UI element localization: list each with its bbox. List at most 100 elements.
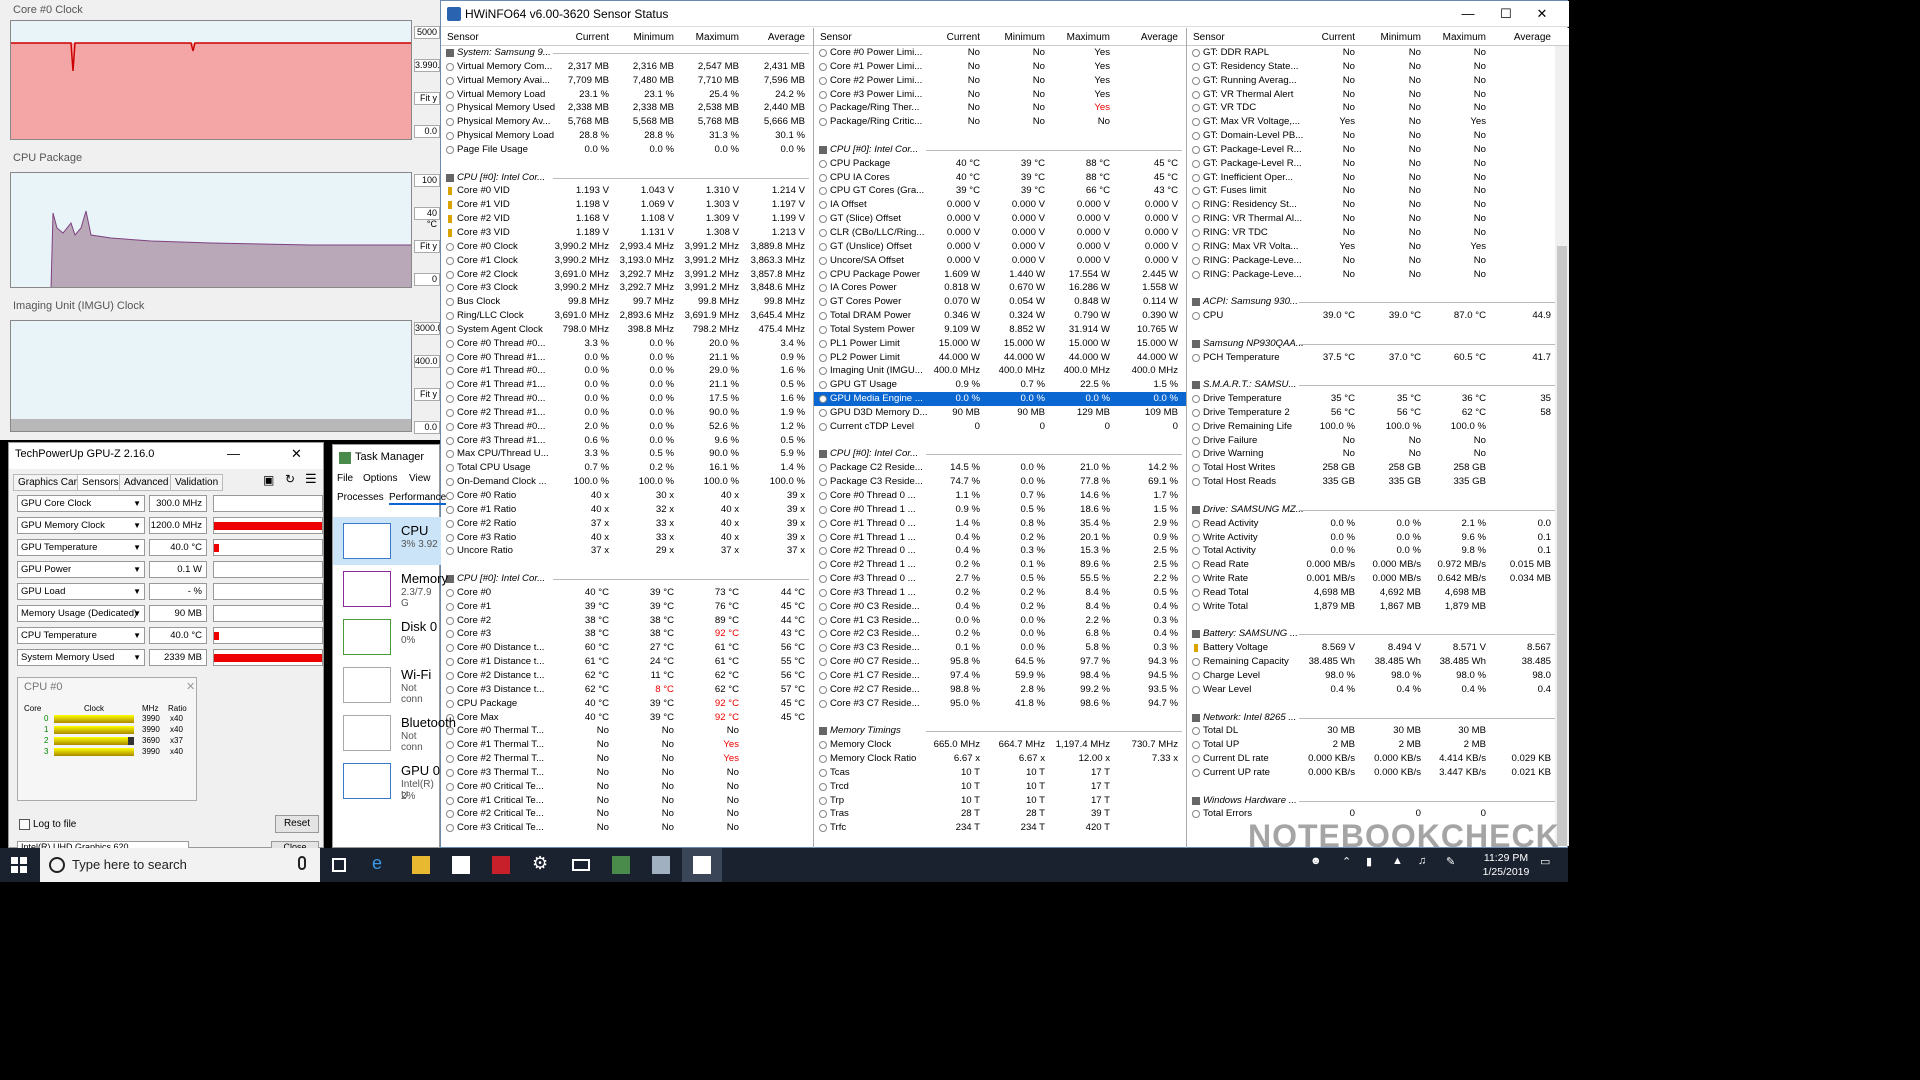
tab-sensors[interactable]: Sensors: [77, 474, 124, 491]
performance-item[interactable]: Disk 0 0%: [333, 613, 441, 661]
sensor-row[interactable]: Remaining Capacity 38.485 Wh 38.485 Wh 38.4…: [1187, 655, 1569, 669]
sensor-row[interactable]: Core #2 Thermal T... No No Yes: [441, 752, 813, 766]
sensor-row[interactable]: Core #1 39 °C 39 °C 76 °C 45 °C: [441, 600, 813, 614]
sensor-row[interactable]: RING: VR Thermal Al... No No No: [1187, 212, 1569, 226]
sensor-row[interactable]: Core #2 38 °C 38 °C 89 °C 44 °C: [441, 614, 813, 628]
sensor-row[interactable]: Write Total 1,879 MB 1,867 MB 1,879 MB: [1187, 600, 1569, 614]
sensor-row[interactable]: GT: Max VR Voltage,... Yes No Yes: [1187, 115, 1569, 129]
sensor-row[interactable]: Core #2 Power Limi... No No Yes: [814, 74, 1186, 88]
sensor-row[interactable]: Core #2 C3 Reside... 0.2 % 0.0 % 6.8 % 0.4 %: [814, 627, 1186, 641]
tab-performance[interactable]: Performance: [389, 492, 447, 505]
sensor-row[interactable]: GT: Package-Level R... No No No: [1187, 157, 1569, 171]
sensor-row[interactable]: Virtual Memory Avai... 7,709 MB 7,480 MB 7,…: [441, 74, 813, 88]
sensor-row[interactable]: PL1 Power Limit 15.000 W 15.000 W 15.000 W 1…: [814, 337, 1186, 351]
sensor-row[interactable]: RING: Package-Leve... No No No: [1187, 254, 1569, 268]
sensor-group-header[interactable]: S.M.A.R.T.: SAMSU...: [1187, 378, 1569, 392]
taskbar-clock[interactable]: 11:29 PM 1/25/2019: [1476, 851, 1536, 879]
sensor-row[interactable]: Core #3 C7 Reside... 95.0 % 41.8 % 98.6 % 94…: [814, 697, 1186, 711]
sensor-row[interactable]: Total System Power 9.109 W 8.852 W 31.914 W…: [814, 323, 1186, 337]
sensor-row[interactable]: Tcas 10 T 10 T 17 T: [814, 766, 1186, 780]
sensor-row[interactable]: GT: VR Thermal Alert No No No: [1187, 88, 1569, 102]
performance-item[interactable]: CPU 3% 3.92: [333, 517, 441, 565]
close-icon[interactable]: ✕: [1527, 5, 1557, 23]
sensor-row[interactable]: CPU Package Power 1.609 W 1.440 W 17.554 W 2…: [814, 268, 1186, 282]
sensor-select[interactable]: Memory Usage (Dedicated) ▼: [17, 605, 145, 622]
sensor-group-header[interactable]: Memory Timings: [814, 724, 1186, 738]
header-maximum[interactable]: Maximum: [1060, 32, 1110, 43]
sensor-row[interactable]: Trcd 10 T 10 T 17 T: [814, 780, 1186, 794]
sensor-row[interactable]: GT: Package-Level R... No No No: [1187, 143, 1569, 157]
sensor-row[interactable]: Core #0 Thread 1 ... 0.9 % 0.5 % 18.6 % 1.5 …: [814, 503, 1186, 517]
sensor-row[interactable]: Core #3 Thread #1... 0.6 % 0.0 % 9.6 % 0.5 %: [441, 434, 813, 448]
sensor-row[interactable]: Core #3 38 °C 38 °C 92 °C 43 °C: [441, 627, 813, 641]
sensor-row[interactable]: Charge Level 98.0 % 98.0 % 98.0 % 98.0: [1187, 669, 1569, 683]
header-average[interactable]: Average: [755, 32, 805, 43]
sensor-row[interactable]: GT: DDR RAPL No No No: [1187, 46, 1569, 60]
sensor-row[interactable]: IA Cores Power 0.818 W 0.670 W 16.286 W 1.55…: [814, 281, 1186, 295]
header-current[interactable]: Current: [1305, 32, 1355, 43]
sensor-group-header[interactable]: CPU [#0]: Intel Cor...: [441, 572, 813, 586]
menu-view[interactable]: View: [409, 473, 431, 484]
sensor-row[interactable]: Total DRAM Power 0.346 W 0.324 W 0.790 W 0.3…: [814, 309, 1186, 323]
sensor-row[interactable]: GPU D3D Memory D... 90 MB 90 MB 129 MB 109 M…: [814, 406, 1186, 420]
sensor-row[interactable]: Battery Voltage 8.569 V 8.494 V 8.571 V 8.56…: [1187, 641, 1569, 655]
sensor-row[interactable]: GT: Residency State... No No No: [1187, 60, 1569, 74]
tab-processes[interactable]: Processes: [337, 492, 384, 503]
sensor-row[interactable]: RING: Residency St... No No No: [1187, 198, 1569, 212]
battery-icon[interactable]: ▮: [1366, 855, 1384, 873]
sensor-row[interactable]: Core #3 Clock 3,990.2 MHz 3,292.7 MHz 3,991…: [441, 281, 813, 295]
sensor-row[interactable]: Core #3 VID 1.189 V 1.131 V 1.308 V 1.213 V: [441, 226, 813, 240]
header-sensor[interactable]: Sensor: [1193, 32, 1225, 43]
sensor-row[interactable]: GT: VR TDC No No No: [1187, 101, 1569, 115]
sensor-row[interactable]: Total CPU Usage 0.7 % 0.2 % 16.1 % 1.4 %: [441, 461, 813, 475]
menu-options[interactable]: Options: [363, 473, 397, 484]
sensor-row[interactable]: Core #1 Thermal T... No No Yes: [441, 738, 813, 752]
sensor-row[interactable]: Core #3 Thread 1 ... 0.2 % 0.2 % 8.4 % 0.5 %: [814, 586, 1186, 600]
people-icon[interactable]: ☻: [1310, 855, 1328, 873]
sensor-row[interactable]: Core Max 40 °C 39 °C 92 °C 45 °C: [441, 711, 813, 725]
header-maximum[interactable]: Maximum: [689, 32, 739, 43]
header-minimum[interactable]: Minimum: [624, 32, 674, 43]
sensor-row[interactable]: Core #2 C7 Reside... 98.8 % 2.8 % 99.2 % 93.…: [814, 683, 1186, 697]
sensor-row[interactable]: GPU Media Engine ... 0.0 % 0.0 % 0.0 % 0.0 %: [814, 392, 1186, 406]
scrollbar[interactable]: [1555, 46, 1569, 846]
sensor-row[interactable]: Core #1 VID 1.198 V 1.069 V 1.303 V 1.197 V: [441, 198, 813, 212]
reset-button[interactable]: Reset: [275, 815, 319, 833]
sensor-row[interactable]: Page File Usage 0.0 % 0.0 % 0.0 % 0.0 %: [441, 143, 813, 157]
fit-y-button[interactable]: Fit y: [414, 92, 440, 105]
camera-icon[interactable]: ▣: [263, 473, 274, 487]
sensor-row[interactable]: RING: Package-Leve... No No No: [1187, 268, 1569, 282]
sensor-row[interactable]: Core #1 Distance t... 61 °C 24 °C 61 °C 55 °…: [441, 655, 813, 669]
refresh-icon[interactable]: ↻: [285, 472, 295, 486]
sensor-row[interactable]: GT: Fuses limit No No No: [1187, 184, 1569, 198]
fit-y-button[interactable]: Fit y: [414, 388, 440, 401]
performance-item[interactable]: GPU 0 Intel(R) U 2%: [333, 757, 441, 805]
sensor-row[interactable]: Core #0 40 °C 39 °C 73 °C 44 °C: [441, 586, 813, 600]
minimize-icon[interactable]: —: [1453, 5, 1483, 23]
sensor-row[interactable]: Core #3 Thermal T... No No No: [441, 766, 813, 780]
task-view-icon[interactable]: [332, 858, 346, 872]
sensor-group-header[interactable]: CPU [#0]: Intel Cor...: [814, 447, 1186, 461]
sensor-row[interactable]: Core #2 Thread #1... 0.0 % 0.0 % 90.0 % 1.9 …: [441, 406, 813, 420]
chevron-up-icon[interactable]: ⌃: [1342, 855, 1360, 873]
performance-item[interactable]: Memory 2.3/7.9 G: [333, 565, 448, 613]
sensor-row[interactable]: Virtual Memory Com... 2,317 MB 2,316 MB 2,5…: [441, 60, 813, 74]
menu-file[interactable]: File: [337, 473, 353, 484]
sensor-row[interactable]: Core #2 VID 1.168 V 1.108 V 1.309 V 1.199 V: [441, 212, 813, 226]
gpuz-taskbar-icon[interactable]: [652, 856, 670, 874]
sensor-row[interactable]: Trfc 234 T 234 T 420 T: [814, 821, 1186, 835]
menu-icon[interactable]: ☰: [305, 471, 317, 487]
sensor-row[interactable]: Core #0 Thermal T... No No No: [441, 724, 813, 738]
fit-y-button[interactable]: Fit y: [414, 240, 440, 253]
header-current[interactable]: Current: [930, 32, 980, 43]
sensor-row[interactable]: Bus Clock 99.8 MHz 99.7 MHz 99.8 MHz 99.8 MH…: [441, 295, 813, 309]
mail-icon[interactable]: [572, 859, 590, 871]
sensor-row[interactable]: Read Rate 0.000 MB/s 0.000 MB/s 0.972 MB/s 0…: [1187, 558, 1569, 572]
hwinfo-taskbar-active[interactable]: [682, 848, 722, 882]
sensor-select[interactable]: GPU Power ▼: [17, 561, 145, 578]
sensor-group-header[interactable]: System: Samsung 9...: [441, 46, 813, 60]
sensor-select[interactable]: GPU Load ▼: [17, 583, 145, 600]
sensor-row[interactable]: RING: VR TDC No No No: [1187, 226, 1569, 240]
sensor-row[interactable]: Core #3 C3 Reside... 0.1 % 0.0 % 5.8 % 0.3 %: [814, 641, 1186, 655]
sensor-select[interactable]: GPU Core Clock ▼: [17, 495, 145, 512]
